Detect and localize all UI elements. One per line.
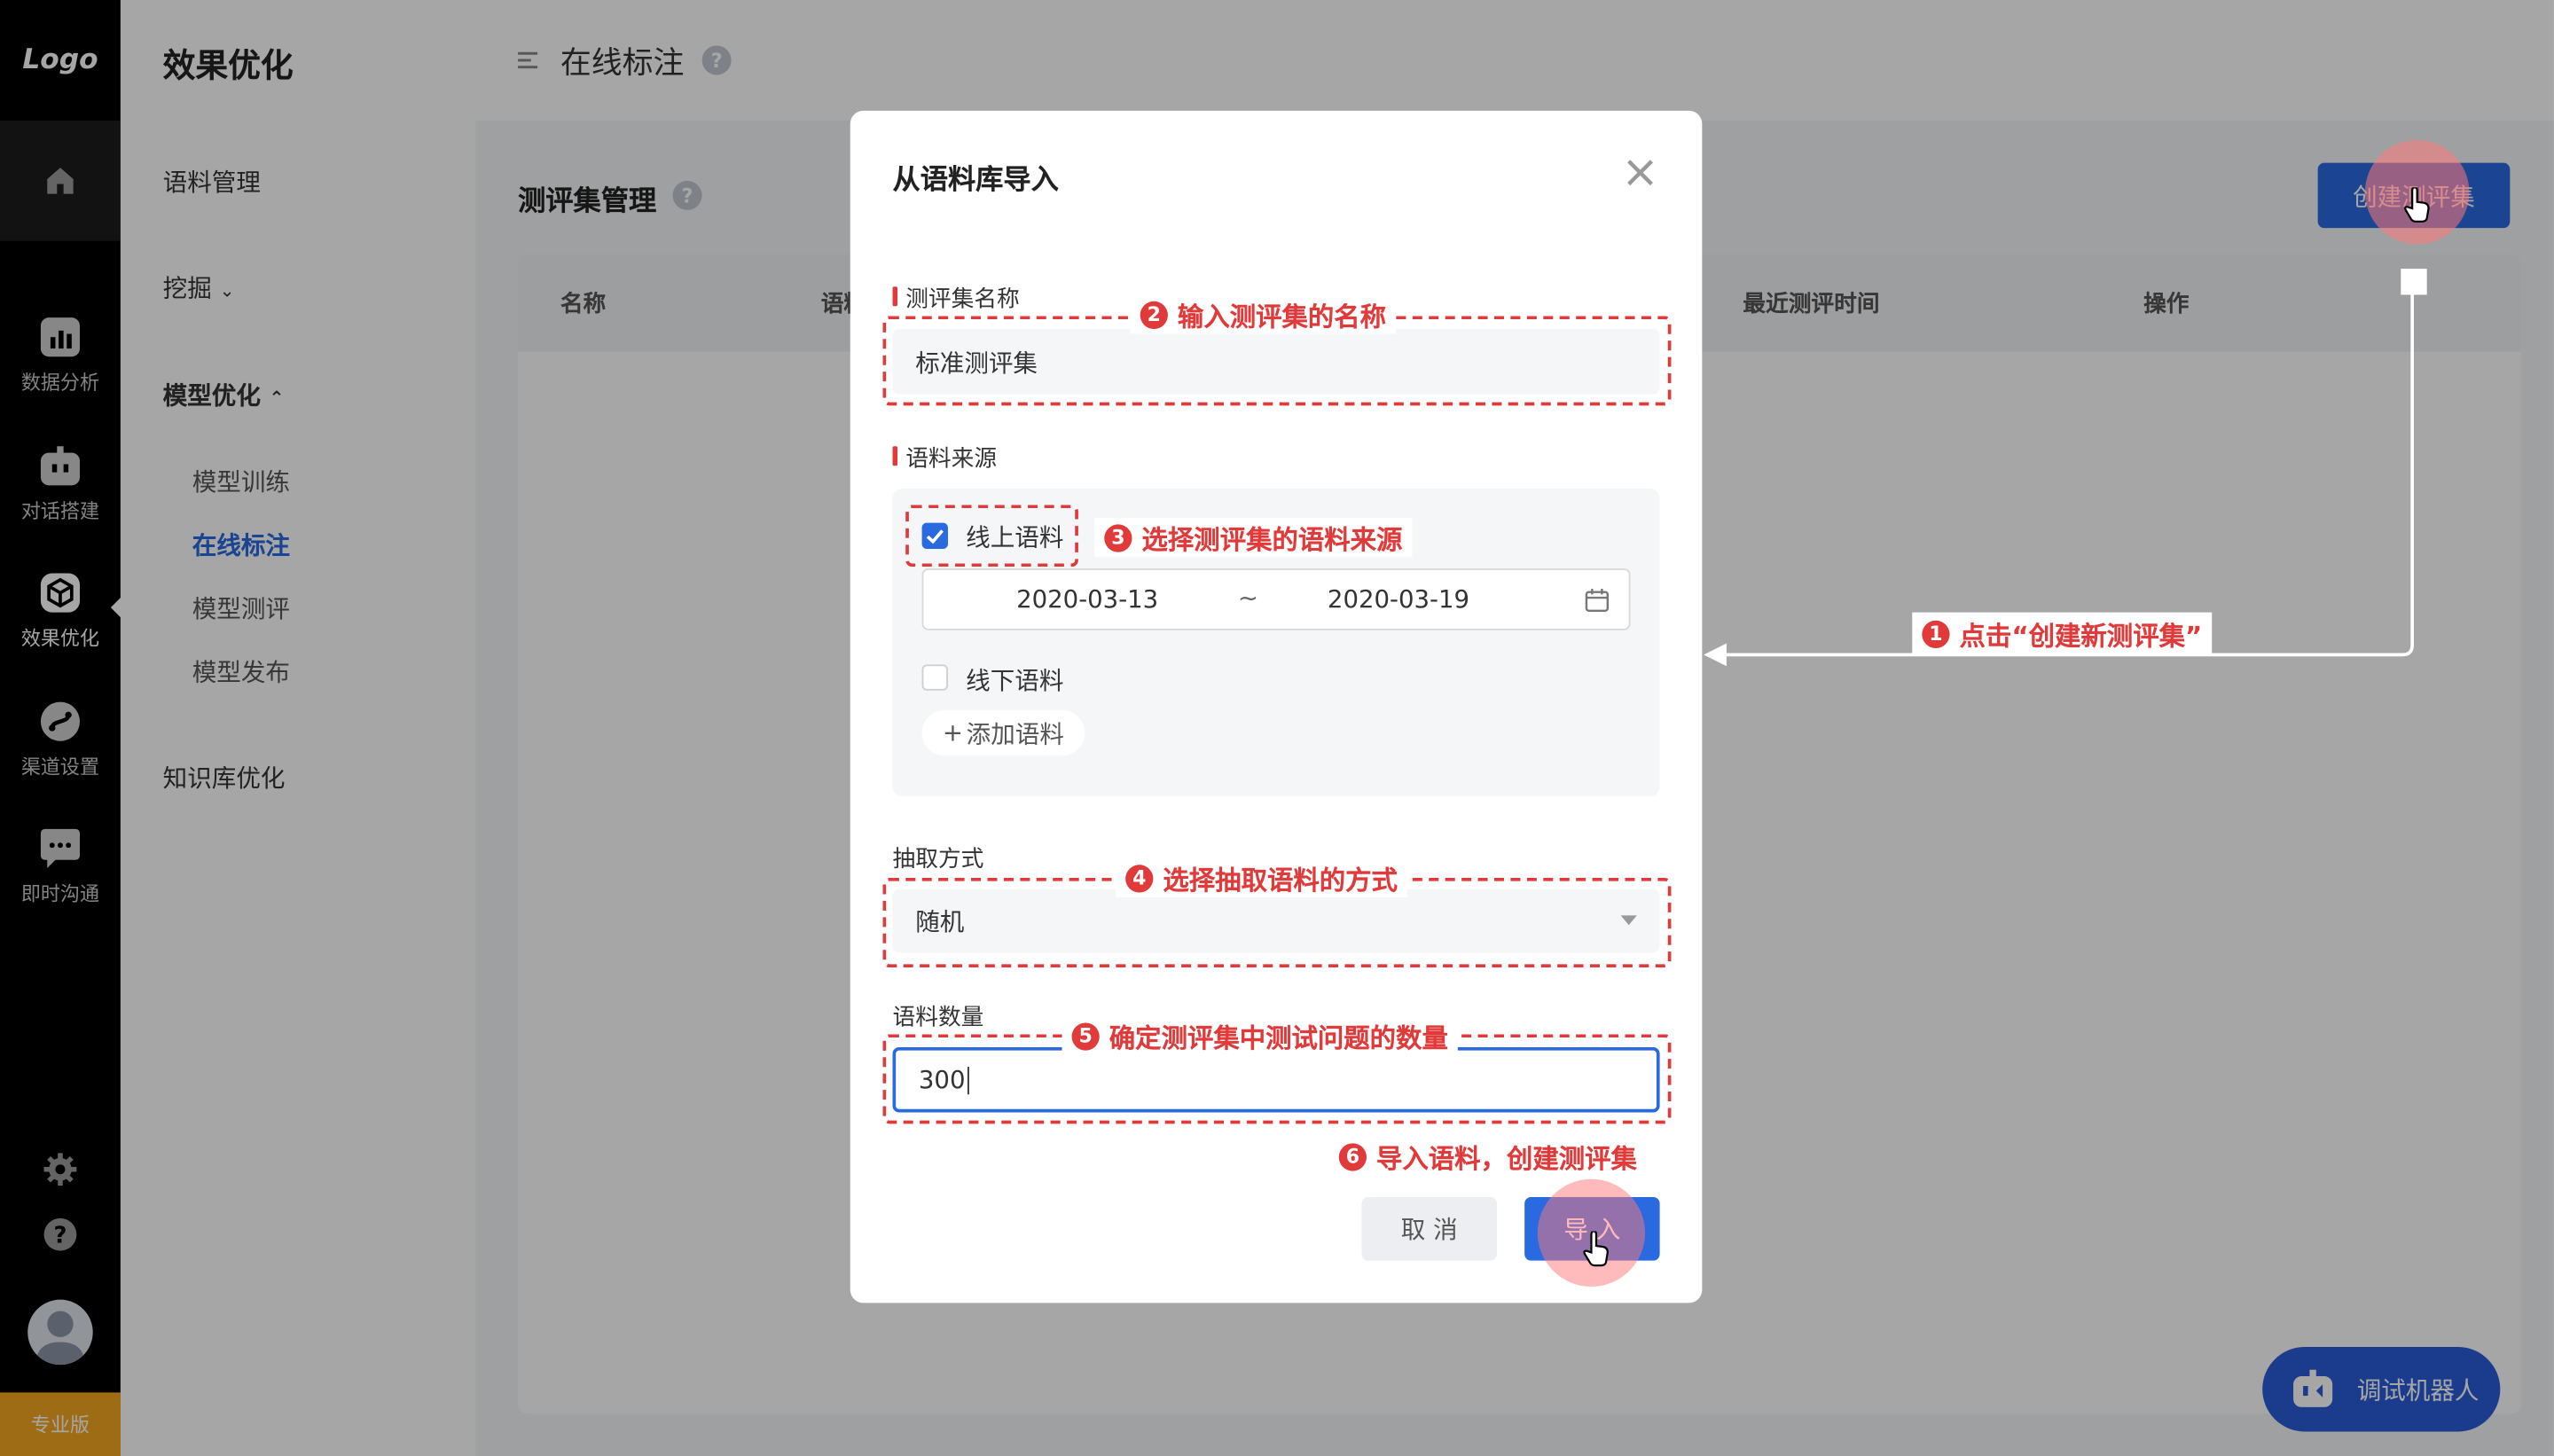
annotation-text: 点击“创建新测评集” — [1959, 620, 2203, 652]
step-number: 4 — [1125, 864, 1154, 892]
cancel-button[interactable]: 取 消 — [1361, 1196, 1497, 1261]
hand-cursor-icon — [1583, 1231, 1609, 1267]
step-number: 1 — [1922, 619, 1950, 648]
method-select[interactable]: 随机 — [892, 888, 1660, 953]
annotation-step-2: 2 输入测评集的名称 — [1130, 294, 1397, 334]
annotation-arrow — [1704, 289, 2414, 667]
step-number: 6 — [1338, 1142, 1367, 1170]
text-cursor — [967, 1066, 969, 1094]
annotation-step-1: 1 点击“创建新测评集” — [1912, 612, 2213, 655]
online-label[interactable]: 线上语料 — [966, 520, 1063, 554]
date-end[interactable]: 2020-03-19 — [1328, 584, 1469, 614]
import-modal: 从语料库导入 测评集名称 标准测评集 2 输入测评集的名称 语料来源 线上语料 3… — [850, 110, 1703, 1303]
source-label: 语料来源 — [905, 446, 998, 473]
date-range-picker[interactable]: 2020-03-13 ~ 2020-03-19 — [921, 568, 1631, 630]
close-icon[interactable] — [1622, 154, 1657, 190]
plus-icon: + — [942, 717, 964, 748]
date-separator: ~ — [1237, 583, 1258, 613]
annotation-step-6: 6 导入语料，创建测评集 — [1328, 1137, 1647, 1177]
date-start[interactable]: 2020-03-13 — [1016, 584, 1158, 614]
step-number: 5 — [1071, 1022, 1100, 1050]
offline-label[interactable]: 线下语料 — [966, 663, 1063, 698]
step-number: 3 — [1104, 523, 1132, 552]
annotation-text: 确定测评集中测试问题的数量 — [1109, 1022, 1448, 1054]
annotation-step-5: 5 确定测评集中测试问题的数量 — [1062, 1016, 1458, 1056]
required-mark — [892, 446, 898, 466]
required-mark — [892, 286, 898, 307]
annotation-text: 选择抽取语料的方式 — [1163, 865, 1398, 896]
hand-cursor-icon — [2404, 187, 2430, 223]
method-label: 抽取方式 — [892, 847, 984, 873]
annotation-text: 导入语料，创建测评集 — [1376, 1143, 1637, 1175]
modal-title: 从语料库导入 — [892, 164, 1059, 198]
annotation-step-3: 3 选择测评集的语料来源 — [1094, 518, 1413, 558]
annotation-text: 选择测评集的语料来源 — [1141, 524, 1403, 556]
calendar-icon[interactable] — [1585, 588, 1610, 613]
count-label: 语料数量 — [892, 1005, 984, 1031]
step-number: 2 — [1140, 300, 1168, 329]
add-corpus-label: 添加语料 — [966, 718, 1064, 748]
online-checkbox[interactable] — [921, 522, 948, 549]
caret-down-icon — [1620, 915, 1637, 926]
check-icon — [926, 529, 944, 544]
name-label: 测评集名称 — [905, 286, 1020, 313]
name-input[interactable]: 标准测评集 — [892, 329, 1660, 395]
count-input[interactable]: 300 — [892, 1046, 1660, 1113]
method-value: 随机 — [915, 907, 965, 937]
annotation-text: 输入测评集的名称 — [1177, 301, 1387, 333]
offline-checkbox[interactable] — [921, 664, 948, 691]
annotation-step-4: 4 选择抽取语料的方式 — [1116, 857, 1407, 898]
count-value: 300 — [918, 1065, 966, 1095]
add-corpus-button[interactable]: + 添加语料 — [921, 709, 1085, 756]
